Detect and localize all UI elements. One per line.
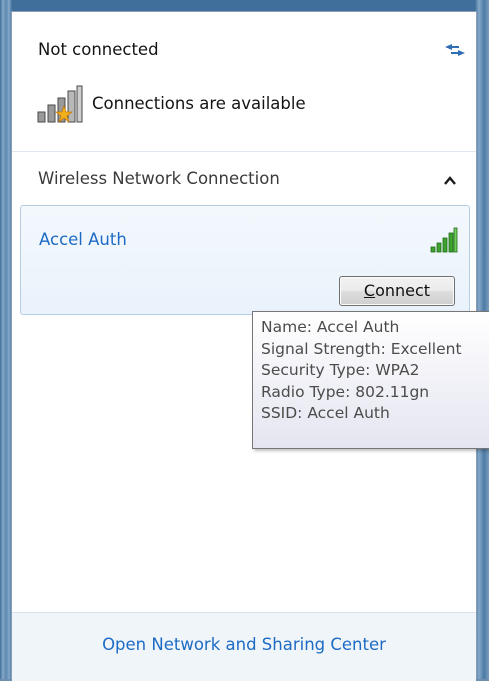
tooltip-name: Name: Accel Auth — [261, 318, 400, 336]
connections-available-text: Connections are available — [92, 94, 306, 113]
network-details-tooltip: Name: Accel Auth Signal Strength: Excell… — [252, 311, 489, 449]
network-name: Accel Auth — [39, 230, 127, 249]
signal-bars-with-star-icon — [37, 85, 83, 124]
divider — [12, 151, 476, 152]
signal-strength-excellent-icon — [430, 227, 458, 253]
footer-bar: Open Network and Sharing Center — [12, 612, 476, 681]
refresh-arrows-icon[interactable] — [442, 40, 468, 60]
open-network-sharing-center-link[interactable]: Open Network and Sharing Center — [12, 635, 476, 654]
tooltip-ssid: SSID: Accel Auth — [261, 404, 390, 422]
chevron-up-icon[interactable] — [443, 174, 457, 188]
connection-status-title: Not connected — [38, 40, 159, 59]
section-label-wireless: Wireless Network Connection — [38, 169, 280, 188]
tooltip-security-type: Security Type: WPA2 — [261, 361, 420, 379]
tooltip-signal-strength: Signal Strength: Excellent — [261, 339, 462, 358]
connect-label: onnect — [375, 281, 431, 300]
connect-button[interactable]: Connect — [339, 276, 455, 306]
network-list-item[interactable]: Accel Auth Connect — [20, 205, 470, 315]
connect-accelerator: C — [363, 281, 376, 300]
tooltip-radio-type: Radio Type: 802.11gn — [261, 382, 430, 401]
